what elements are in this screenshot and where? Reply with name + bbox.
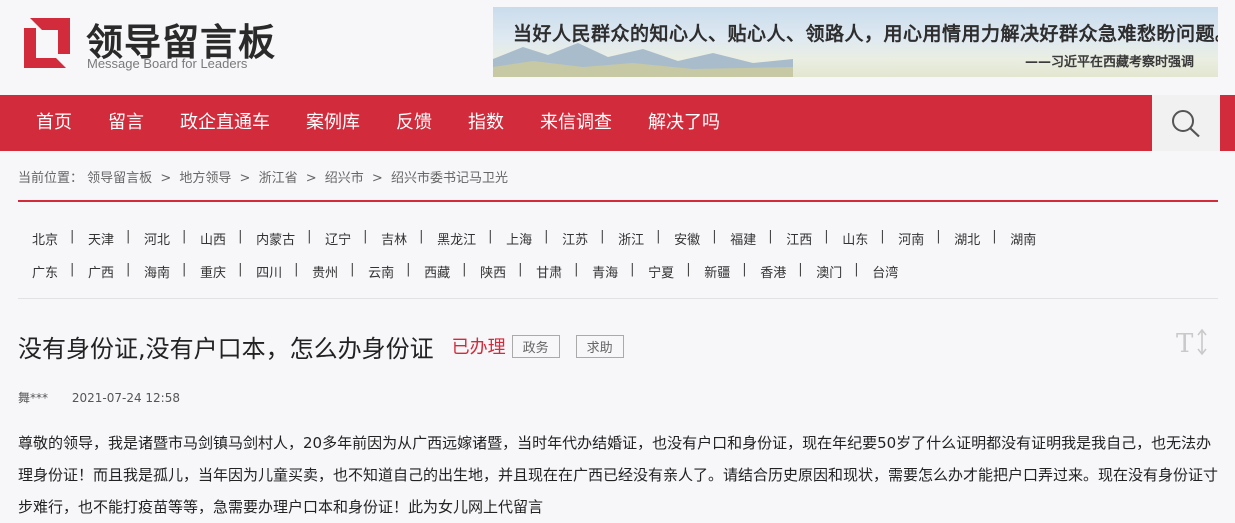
banner-source: ——习近平在西藏考察时强调 (1024, 55, 1194, 70)
province-row-2: 广东广西海南重庆四川贵州云南西藏陕西甘肃青海宁夏新疆香港澳门台湾 (18, 255, 1218, 288)
tag-help[interactable]: 求助 (575, 334, 624, 358)
breadcrumb-separator: > (160, 171, 172, 186)
logo-subtitle: Message Board for Leaders (87, 56, 248, 71)
breadcrumb-item-board[interactable]: 领导留言板 (87, 171, 152, 186)
breadcrumb-item-local[interactable]: 地方领导 (179, 171, 231, 186)
province-list: 北京天津河北山西内蒙古辽宁吉林黑龙江上海江苏浙江安徽福建江西山东河南湖北湖南 广… (18, 222, 1218, 288)
province-link[interactable]: 陕西 (462, 262, 521, 281)
site-logo[interactable]: 领导留言板 Message Board for Leaders (20, 12, 320, 72)
tag-government[interactable]: 政务 (511, 334, 560, 358)
province-link[interactable]: 四川 (238, 262, 297, 281)
province-link[interactable]: 青海 (574, 262, 633, 281)
breadcrumb: 当前位置： 领导留言板 > 地方领导 > 浙江省 > 绍兴市 > 绍兴市委书记马… (18, 167, 508, 186)
nav-items: 首页 留言 政企直通车 案例库 反馈 指数 来信调查 解决了吗 (18, 95, 738, 151)
status-badge: 已办理 (451, 337, 506, 358)
message-title: 没有身份证,没有户口本，怎么办身份证 (18, 334, 434, 363)
breadcrumb-prefix: 当前位置： (18, 171, 84, 186)
divider (18, 200, 1218, 202)
nav-item-resolved[interactable]: 解决了吗 (630, 95, 738, 151)
breadcrumb-separator: > (371, 171, 383, 186)
province-link[interactable]: 台湾 (854, 262, 913, 281)
quote-banner: 当好人民群众的知心人、贴心人、领路人，用心用情用力解决好群众急难愁盼问题。 ——… (493, 7, 1218, 77)
nav-item-index[interactable]: 指数 (450, 95, 522, 151)
province-link[interactable]: 新疆 (686, 262, 745, 281)
province-link[interactable]: 上海 (488, 229, 547, 248)
font-size-icon: T (1176, 328, 1207, 359)
province-link[interactable]: 澳门 (798, 262, 857, 281)
font-size-toggle[interactable]: T (1176, 327, 1210, 359)
province-link[interactable]: 广西 (70, 262, 129, 281)
main-nav: 首页 留言 政企直通车 案例库 反馈 指数 来信调查 解决了吗 (0, 95, 1235, 151)
province-link[interactable]: 山东 (824, 229, 883, 248)
province-link[interactable]: 香港 (742, 262, 801, 281)
message-content: 尊敬的领导，我是诸暨市马剑镇马剑村人，20多年前因为从广西远嫁诸暨，当时年代办结… (18, 434, 1219, 516)
province-link[interactable]: 江苏 (544, 229, 603, 248)
page-header: 领导留言板 Message Board for Leaders 当好人民群众的知… (0, 0, 1235, 95)
breadcrumb-separator: > (305, 171, 317, 186)
logo-mark-icon (24, 18, 70, 68)
province-link[interactable]: 云南 (350, 262, 409, 281)
breadcrumb-item-province[interactable]: 浙江省 (259, 171, 298, 186)
svg-text:T: T (1176, 329, 1194, 357)
province-link[interactable]: 湖北 (936, 229, 995, 248)
province-link[interactable]: 辽宁 (307, 229, 366, 248)
province-link[interactable]: 福建 (712, 229, 771, 248)
nav-item-message[interactable]: 留言 (90, 95, 162, 151)
nav-item-home[interactable]: 首页 (18, 95, 90, 151)
province-link[interactable]: 贵州 (294, 262, 353, 281)
province-link[interactable]: 河南 (880, 229, 939, 248)
province-link[interactable]: 山西 (182, 229, 241, 248)
breadcrumb-item-city[interactable]: 绍兴市 (325, 171, 364, 186)
province-link[interactable]: 黑龙江 (419, 229, 491, 248)
province-link[interactable]: 浙江 (600, 229, 659, 248)
province-link[interactable]: 江西 (768, 229, 827, 248)
nav-item-enterprise[interactable]: 政企直通车 (162, 95, 288, 151)
province-row-1: 北京天津河北山西内蒙古辽宁吉林黑龙江上海江苏浙江安徽福建江西山东河南湖北湖南 (18, 222, 1218, 255)
province-link[interactable]: 北京 (18, 229, 73, 248)
province-link[interactable]: 西藏 (406, 262, 465, 281)
post-time: 2021-07-24 12:58 (71, 391, 180, 405)
nav-item-feedback[interactable]: 反馈 (378, 95, 450, 151)
province-link[interactable]: 河北 (126, 229, 185, 248)
breadcrumb-item-leader[interactable]: 绍兴市委书记马卫光 (391, 171, 508, 186)
nav-item-survey[interactable]: 来信调查 (522, 95, 630, 151)
province-link[interactable]: 湖南 (992, 229, 1051, 248)
province-link[interactable]: 内蒙古 (238, 229, 310, 248)
province-link[interactable]: 重庆 (182, 262, 241, 281)
province-link[interactable]: 广东 (18, 262, 73, 281)
search-button[interactable] (1152, 95, 1220, 151)
message-title-row: 没有身份证,没有户口本，怎么办身份证 已办理 政务 求助 (18, 331, 624, 363)
search-icon (1172, 110, 1200, 138)
nav-item-cases[interactable]: 案例库 (288, 95, 378, 151)
province-link[interactable]: 宁夏 (630, 262, 689, 281)
province-link[interactable]: 吉林 (363, 229, 422, 248)
banner-quote: 当好人民群众的知心人、贴心人、领路人，用心用情用力解决好群众急难愁盼问题。 (513, 23, 1218, 45)
author-name: 舞*** (18, 391, 49, 405)
province-link[interactable]: 安徽 (656, 229, 715, 248)
province-link[interactable]: 甘肃 (518, 262, 577, 281)
province-link[interactable]: 海南 (126, 262, 185, 281)
province-link[interactable]: 天津 (70, 229, 129, 248)
breadcrumb-separator: > (239, 171, 251, 186)
divider (18, 298, 1218, 299)
message-meta: 舞*** 2021-07-24 12:58 (18, 389, 180, 406)
